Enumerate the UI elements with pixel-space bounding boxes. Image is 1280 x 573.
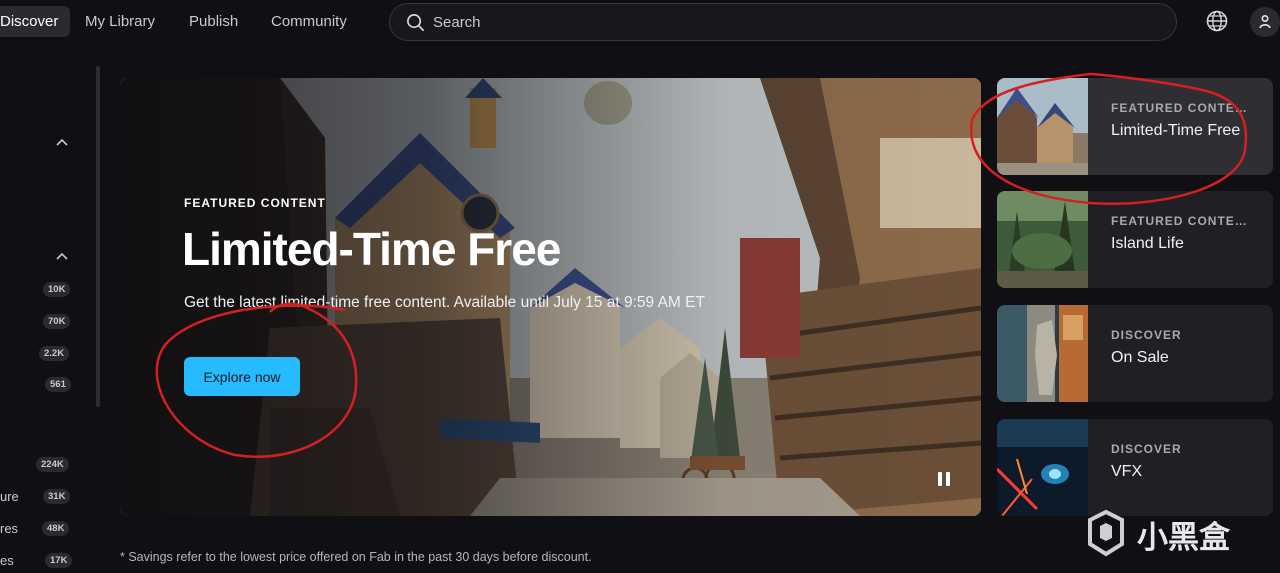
sidebar-item-label[interactable]: res — [0, 521, 18, 536]
sidebar-scrollbar[interactable] — [96, 66, 100, 407]
top-navigation: Discover My Library Publish Community — [0, 0, 1280, 44]
feature-thumbnail — [997, 419, 1088, 516]
count-badge: 70K — [43, 314, 71, 329]
feature-eyebrow: FEATURED CONTENT — [1111, 214, 1251, 228]
tab-community[interactable]: Community — [259, 6, 359, 37]
feature-thumbnail — [997, 191, 1088, 288]
user-icon — [1259, 14, 1271, 29]
feature-title: Island Life — [1111, 235, 1184, 252]
feature-card-limited-time-free[interactable]: FEATURED CONTENT Limited-Time Free — [997, 78, 1273, 175]
savings-footnote: * Savings refer to the lowest price offe… — [120, 550, 592, 564]
hero-title: Limited-Time Free — [182, 223, 561, 275]
feature-eyebrow: DISCOVER — [1111, 328, 1182, 342]
account-button[interactable] — [1250, 7, 1280, 37]
feature-title: On Sale — [1111, 349, 1169, 366]
feature-title: Limited-Time Free — [1111, 122, 1241, 139]
feature-card-island-life[interactable]: FEATURED CONTENT Island Life — [997, 191, 1273, 288]
feature-card-on-sale[interactable]: DISCOVER On Sale — [997, 305, 1273, 402]
hero-eyebrow: FEATURED CONTENT — [184, 196, 326, 210]
hero-subtitle: Get the latest limited-time free content… — [184, 294, 705, 311]
tab-my-library[interactable]: My Library — [73, 6, 167, 37]
search-bar[interactable] — [389, 3, 1177, 41]
feature-thumbnail — [997, 78, 1088, 175]
count-badge: 17K — [45, 553, 73, 568]
search-input[interactable] — [433, 4, 1133, 40]
count-badge: 224K — [36, 457, 69, 472]
watermark-text: 小黑盒 — [1137, 520, 1230, 556]
search-icon — [407, 14, 424, 31]
feature-title: VFX — [1111, 463, 1143, 480]
count-badge: 561 — [45, 377, 71, 392]
filter-sidebar: 10K 70K 2.2K 561 224K 31K 48K 17K ure re… — [0, 44, 105, 573]
pause-icon[interactable] — [930, 466, 958, 494]
feature-thumbnail — [997, 305, 1088, 402]
chevron-up-icon[interactable] — [55, 251, 69, 261]
globe-icon[interactable] — [1205, 9, 1229, 33]
count-badge: 10K — [43, 282, 71, 297]
sidebar-item-label[interactable]: es — [0, 553, 14, 568]
tab-discover[interactable]: Discover — [0, 6, 71, 37]
chevron-up-icon[interactable] — [55, 137, 69, 147]
hero-banner[interactable]: FEATURED CONTENT Limited-Time Free Get t… — [120, 78, 981, 516]
tab-publish[interactable]: Publish — [177, 6, 250, 37]
count-badge: 48K — [42, 521, 70, 536]
count-badge: 31K — [43, 489, 71, 504]
explore-now-button[interactable]: Explore now — [184, 357, 300, 396]
feature-card-vfx[interactable]: DISCOVER VFX — [997, 419, 1273, 516]
feature-eyebrow: DISCOVER — [1111, 442, 1182, 456]
feature-eyebrow: FEATURED CONTENT — [1111, 101, 1251, 115]
count-badge: 2.2K — [39, 346, 70, 361]
sidebar-item-label[interactable]: ure — [0, 489, 19, 504]
